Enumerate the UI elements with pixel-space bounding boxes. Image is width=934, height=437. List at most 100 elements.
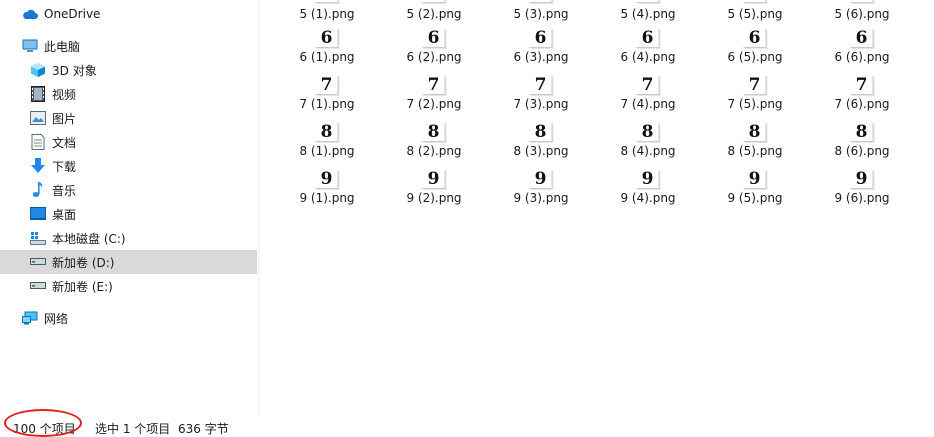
thumbnail-image: 9	[743, 170, 767, 189]
file-item[interactable]: 7 7 (2).png	[389, 76, 479, 123]
file-name: 5 (6).png	[834, 7, 890, 21]
nav-item-this-pc[interactable]: 此电脑	[0, 34, 257, 58]
thumbnail-image: 7	[636, 76, 660, 95]
file-name: 7 (6).png	[834, 97, 890, 111]
file-item[interactable]: 6 6 (2).png	[389, 29, 479, 76]
nav-item-label: 文档	[52, 135, 77, 150]
nav-item-label: 图片	[52, 111, 77, 126]
thumbnail-image: 9	[422, 170, 446, 189]
nav-item-drive-c[interactable]: 本地磁盘 (C:)	[0, 226, 257, 250]
file-item[interactable]: 6 6 (4).png	[603, 29, 693, 76]
file-item[interactable]: 8 8 (1).png	[282, 123, 372, 170]
file-name: 6 (2).png	[406, 50, 462, 64]
file-name: 6 (6).png	[834, 50, 890, 64]
picture-icon	[30, 110, 46, 126]
file-name: 8 (5).png	[727, 144, 783, 158]
music-icon	[30, 182, 46, 198]
download-icon	[30, 158, 46, 174]
thumbnail-image: 6	[743, 29, 767, 48]
thumbnail-image: 8	[529, 123, 553, 142]
file-name: 9 (2).png	[406, 191, 462, 205]
file-name: 7 (5).png	[727, 97, 783, 111]
file-item[interactable]: 9 9 (1).png	[282, 170, 372, 217]
file-name: 6 (1).png	[299, 50, 355, 64]
nav-item-network[interactable]: 网络	[0, 306, 257, 330]
thumbnail-image: 8	[636, 123, 660, 142]
file-name: 7 (3).png	[513, 97, 569, 111]
thumbnail-image: 6	[315, 29, 339, 48]
file-name: 6 (3).png	[513, 50, 569, 64]
file-item[interactable]: 7 7 (3).png	[496, 76, 586, 123]
file-item[interactable]: 7 7 (5).png	[710, 76, 800, 123]
file-item[interactable]: 7 7 (1).png	[282, 76, 372, 123]
drive-icon	[30, 278, 46, 294]
thumbnail-image: 9	[315, 170, 339, 189]
network-icon	[22, 310, 38, 326]
file-item[interactable]: 6 6 (6).png	[817, 29, 907, 76]
thumbnail-image: 7	[529, 76, 553, 95]
thumbnail-image: 8	[850, 123, 874, 142]
windows-drive-icon	[30, 230, 46, 246]
file-name: 8 (1).png	[299, 144, 355, 158]
file-name: 6 (4).png	[620, 50, 676, 64]
nav-item-pictures[interactable]: 图片	[0, 106, 257, 130]
selection-size: 636 字节	[178, 422, 229, 436]
nav-item-onedrive[interactable]: OneDrive	[0, 2, 257, 26]
nav-item-drive-e[interactable]: 新加卷 (E:)	[0, 274, 257, 298]
thumbnail-image: 6	[850, 29, 874, 48]
file-item[interactable]: 8 8 (5).png	[710, 123, 800, 170]
thumbnail-image: 6	[636, 29, 660, 48]
thumbnail-image: 8	[422, 123, 446, 142]
file-item[interactable]: 9 9 (6).png	[817, 170, 907, 217]
nav-item-label: 网络	[44, 311, 69, 326]
file-item[interactable]: 7 7 (4).png	[603, 76, 693, 123]
nav-item-label: 此电脑	[44, 39, 81, 54]
status-bar: 100 个项目 选中 1 个项目 636 字节	[0, 416, 934, 436]
nav-item-label: 音乐	[52, 183, 77, 198]
nav-item-downloads[interactable]: 下载	[0, 154, 257, 178]
video-icon	[30, 86, 46, 102]
nav-item-label: 3D 对象	[52, 63, 97, 78]
file-item[interactable]: 7 7 (6).png	[817, 76, 907, 123]
file-name: 8 (6).png	[834, 144, 890, 158]
item-count: 100 个项目	[13, 422, 76, 436]
file-name: 7 (4).png	[620, 97, 676, 111]
file-item[interactable]: 6 6 (5).png	[710, 29, 800, 76]
nav-item-label: 视频	[52, 87, 77, 102]
nav-item-label: 桌面	[52, 207, 77, 222]
file-name: 9 (6).png	[834, 191, 890, 205]
thumbnail-image: 9	[850, 170, 874, 189]
file-item[interactable]: 9 9 (5).png	[710, 170, 800, 217]
nav-item-music[interactable]: 音乐	[0, 178, 257, 202]
nav-item-label: 新加卷 (D:)	[52, 255, 115, 270]
thumbnail-image: 7	[743, 76, 767, 95]
nav-item-drive-d[interactable]: 新加卷 (D:)	[0, 250, 257, 274]
selection-count: 选中 1 个项目	[95, 422, 171, 436]
nav-item-videos[interactable]: 视频	[0, 82, 257, 106]
file-item[interactable]: 9 9 (3).png	[496, 170, 586, 217]
file-name: 7 (1).png	[299, 97, 355, 111]
nav-item-label: 下载	[52, 159, 77, 174]
thumbnail-image: 7	[850, 76, 874, 95]
thumbnail-image: 7	[422, 76, 446, 95]
file-item[interactable]: 9 9 (4).png	[603, 170, 693, 217]
thumbnail-image: 6	[529, 29, 553, 48]
file-item[interactable]: 8 8 (6).png	[817, 123, 907, 170]
file-item[interactable]: 6 6 (3).png	[496, 29, 586, 76]
file-item[interactable]: 9 9 (2).png	[389, 170, 479, 217]
file-item[interactable]: 8 8 (3).png	[496, 123, 586, 170]
file-name: 8 (2).png	[406, 144, 462, 158]
file-name: 5 (2).png	[406, 7, 462, 21]
nav-item-documents[interactable]: 文档	[0, 130, 257, 154]
file-item[interactable]: 8 8 (2).png	[389, 123, 479, 170]
file-name: 8 (3).png	[513, 144, 569, 158]
navigation-pane: OneDrive 此电脑 3D 对象 视频 图片 文档 下载 音乐 桌面 本地磁…	[0, 0, 257, 416]
thumbnail-image: 9	[529, 170, 553, 189]
file-item[interactable]: 8 8 (4).png	[603, 123, 693, 170]
thumbnail-image: 9	[636, 170, 660, 189]
thumbnail-image: 8	[315, 123, 339, 142]
nav-item-3d-objects[interactable]: 3D 对象	[0, 58, 257, 82]
file-item[interactable]: 6 6 (1).png	[282, 29, 372, 76]
nav-item-desktop[interactable]: 桌面	[0, 202, 257, 226]
file-name: 7 (2).png	[406, 97, 462, 111]
